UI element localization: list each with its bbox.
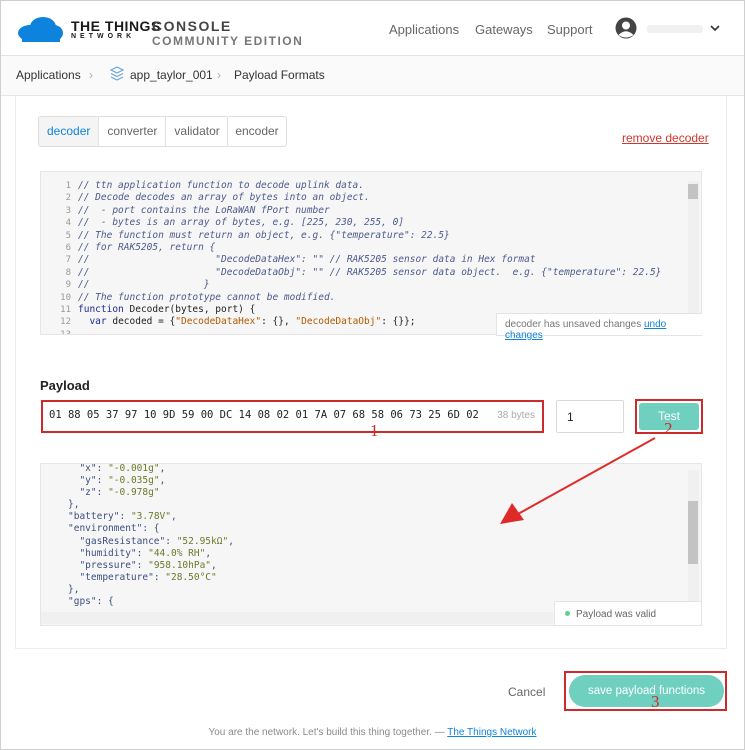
username-blurred: [647, 25, 703, 33]
annotation-number: 2: [664, 419, 673, 438]
annotation-number: 1: [370, 421, 379, 440]
valid-text: Payload was valid: [576, 609, 657, 620]
ttn-cloud-logo-icon: [18, 17, 63, 42]
line-number: 6: [65, 243, 71, 254]
save-highlight-box: save payload functions: [564, 671, 727, 711]
tab-decoder[interactable]: decoder: [39, 117, 100, 146]
nav-gateways[interactable]: Gateways: [475, 22, 533, 37]
unsaved-text: decoder has unsaved changes: [505, 319, 642, 330]
annotation-number: 3: [651, 692, 660, 711]
line-number: 5: [65, 230, 71, 241]
line-number-gutter: 1 2 3 4 5 6 7 8 9 10 11 12 13: [41, 180, 71, 335]
breadcrumb-separator: ›: [89, 68, 93, 82]
line-number: 3: [65, 205, 71, 216]
line-number: 9: [65, 280, 71, 291]
footer-text: You are the network. Let's build this th…: [208, 727, 448, 738]
decoded-json: "x": "-0.001g", "y": "-0.035g", "z": "-0…: [68, 463, 234, 608]
breadcrumb: Applications › app_taylor_001 › Payload …: [1, 56, 744, 96]
unsaved-changes-notice: decoder has unsaved changes undo changes: [496, 313, 702, 341]
nav-support[interactable]: Support: [547, 22, 593, 37]
line-number: 2: [65, 193, 71, 204]
brand-title: THE THINGS: [71, 18, 161, 34]
payload-title: Payload: [40, 378, 90, 393]
save-payload-functions-button[interactable]: save payload functions: [569, 675, 724, 707]
breadcrumb-current: Payload Formats: [234, 68, 325, 82]
decoder-code: // ttn application function to decode up…: [78, 180, 662, 328]
line-number: 1: [65, 181, 71, 191]
remove-decoder-link[interactable]: remove decoder: [622, 131, 709, 145]
editor-scroll-thumb[interactable]: [688, 184, 698, 199]
function-tabs: decoder converter validator: [38, 116, 229, 147]
line-number: 4: [65, 218, 71, 229]
nav-applications[interactable]: Applications: [389, 22, 459, 37]
tab-converter[interactable]: converter: [99, 117, 167, 146]
tab-validator[interactable]: validator: [166, 117, 227, 146]
payload-value[interactable]: 01 88 05 37 97 10 9D 59 00 DC 14 08 02 0…: [49, 409, 485, 421]
line-number: 13: [60, 329, 71, 335]
brand-subtitle: NETWORK: [71, 33, 136, 40]
app-stack-icon: [109, 66, 125, 81]
payload-valid-status: Payload was valid: [554, 601, 702, 626]
breadcrumb-separator: ›: [217, 68, 221, 82]
breadcrumb-applications[interactable]: Applications: [16, 68, 81, 82]
payload-input[interactable]: 01 88 05 37 97 10 9D 59 00 DC 14 08 02 0…: [41, 400, 544, 433]
output-horizontal-scrollbar[interactable]: [41, 612, 553, 624]
console-edition: COMMUNITY EDITION: [152, 34, 304, 48]
bytes-count: 38 bytes: [497, 410, 535, 421]
tab-encoder[interactable]: encoder: [227, 116, 287, 147]
editor-scrollbar[interactable]: [688, 181, 699, 321]
footer-link[interactable]: The Things Network: [447, 727, 536, 738]
line-number: 8: [65, 267, 71, 278]
line-number: 7: [65, 255, 71, 266]
line-number: 10: [60, 292, 71, 303]
page-footer: You are the network. Let's build this th…: [0, 727, 745, 738]
status-dot-icon: [565, 611, 570, 616]
decoder-code-editor[interactable]: 1 2 3 4 5 6 7 8 9 10 11 12 13 // ttn app…: [40, 171, 702, 335]
line-number: 12: [60, 317, 71, 328]
cancel-button[interactable]: Cancel: [508, 685, 545, 699]
chevron-down-icon[interactable]: [709, 22, 721, 34]
port-input[interactable]: 1: [556, 400, 624, 433]
breadcrumb-app[interactable]: app_taylor_001: [130, 68, 213, 82]
line-number: 11: [60, 305, 71, 316]
output-scroll-thumb[interactable]: [688, 501, 698, 564]
user-avatar-icon[interactable]: [615, 17, 637, 39]
console-title: CONSOLE: [152, 18, 232, 34]
top-navbar: THE THINGS NETWORK CONSOLE COMMUNITY EDI…: [1, 1, 744, 56]
